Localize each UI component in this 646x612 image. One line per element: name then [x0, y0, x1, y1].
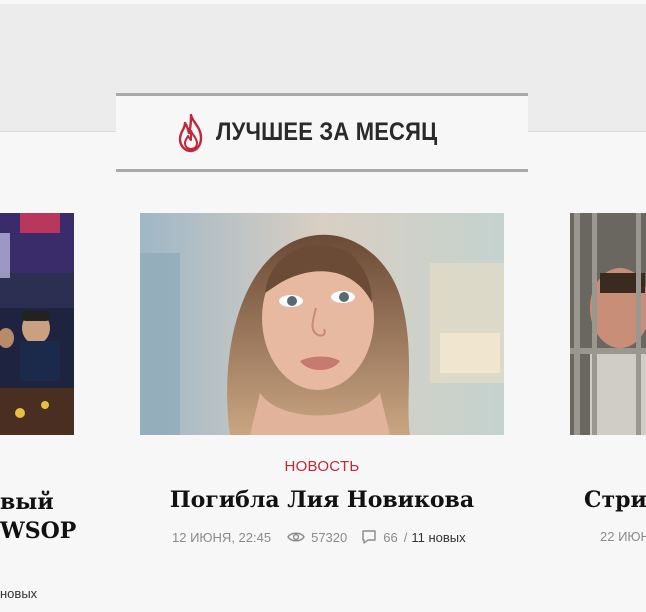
article-image-left[interactable] [0, 213, 74, 435]
comments-value: 66 [383, 529, 398, 545]
article-title-left[interactable]: вый [0, 489, 54, 515]
article-title-left-line2[interactable]: WSOP [0, 518, 76, 544]
article-meta-center: 12 ИЮНЯ, 22:45 57320 66 / 11 новых [172, 529, 466, 545]
section-header: ЛУЧШЕЕ ЗА МЕСЯЦ [116, 93, 528, 172]
comments-separator: / [403, 529, 408, 545]
views-value: 57320 [311, 529, 348, 545]
flame-icon [179, 113, 203, 152]
views-count: 57320 [287, 530, 347, 545]
article-meta-left: новых [0, 586, 38, 601]
article-image-center[interactable] [140, 213, 504, 435]
comments-count[interactable]: 66 / [361, 529, 407, 545]
new-comments[interactable]: 11 новых [411, 530, 465, 545]
article-date: 12 ИЮНЯ, 22:45 [172, 529, 272, 545]
article-meta-right: 22 ИЮН [600, 529, 646, 544]
comment-icon [362, 530, 376, 544]
article-title-center[interactable]: Погибла Лия Новикова [140, 487, 504, 513]
article-title-right[interactable]: Стри [584, 487, 646, 513]
eye-icon [287, 532, 305, 542]
section-title: ЛУЧШЕЕ ЗА МЕСЯЦ [216, 118, 438, 146]
article-image-right[interactable] [570, 213, 646, 435]
article-category[interactable]: НОВОСТЬ [140, 458, 504, 475]
